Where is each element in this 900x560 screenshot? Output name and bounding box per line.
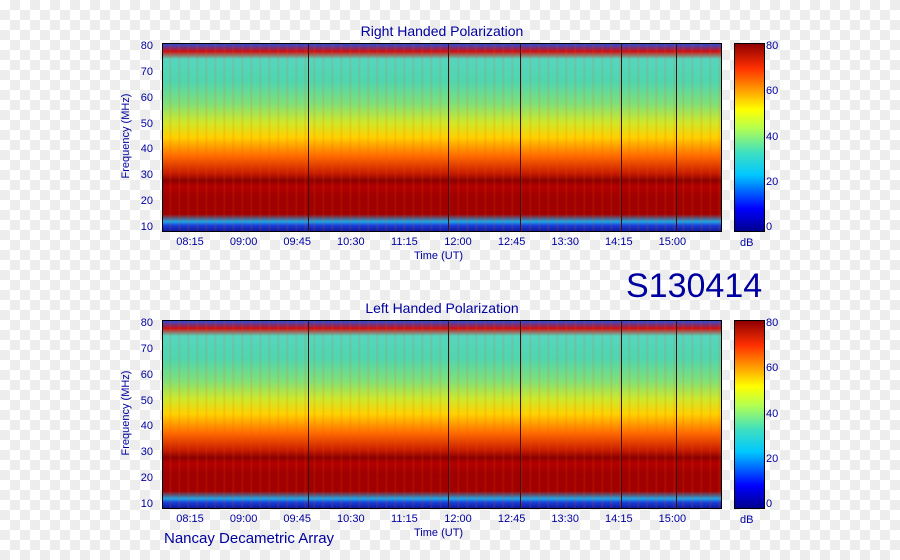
spectrogram-dark-line	[520, 321, 522, 508]
x-tick-label: 08:15	[176, 236, 204, 248]
y-tick-label: 20	[140, 472, 153, 485]
colorbar-tick-label: 60	[766, 85, 779, 98]
y-tick-label: 30	[140, 446, 153, 459]
x-tick-label: 12:45	[497, 513, 526, 525]
y-tick-label: 80	[140, 40, 153, 52]
x-tick-label: 10:30	[337, 513, 365, 525]
x-tick-label: 11:15	[391, 513, 418, 525]
spectrogram-dark-line	[676, 321, 678, 508]
x-tick-label: 09:45	[283, 513, 311, 525]
colorbar-tick-label: 0	[766, 498, 773, 510]
x-tick-label: 15:00	[658, 236, 687, 248]
spectrogram-texture	[163, 44, 721, 231]
spectrogram-dark-line	[308, 44, 310, 231]
x-tick-label: 13:30	[551, 513, 579, 525]
y-tick-label: 40	[140, 143, 153, 156]
y-axis-label: Frequency (MHz)	[120, 370, 132, 456]
chart-title: Left Handed Polarization	[365, 300, 519, 316]
colorbar-tick-label: 60	[766, 362, 779, 375]
x-tick-label: 14:15	[605, 513, 633, 525]
colorbar-right	[734, 43, 765, 232]
colorbar-tick-label: 40	[766, 130, 779, 143]
colorbar-tick-label: 80	[766, 317, 779, 329]
colorbar-tick-label: 20	[766, 452, 779, 465]
x-tick-label: 15:00	[658, 513, 687, 525]
y-tick-label: 20	[140, 195, 153, 208]
y-tick-label: 60	[140, 368, 153, 381]
spectrogram-dark-line	[447, 44, 449, 231]
y-tick-label: 10	[140, 498, 153, 510]
colorbar-left	[734, 320, 765, 509]
spectrogram-left	[162, 320, 722, 509]
x-axis-label: Time (UT)	[414, 250, 464, 262]
x-tick-label: 11:15	[391, 236, 418, 248]
x-tick-label: 09:00	[229, 236, 258, 248]
y-tick-label: 80	[140, 317, 153, 329]
colorbar-tick-label: 20	[766, 175, 779, 188]
x-axis-label: Time (UT)	[414, 527, 464, 539]
colorbar-label: dB	[740, 514, 754, 526]
y-tick-label: 10	[140, 221, 153, 233]
y-tick-label: 30	[140, 169, 153, 182]
y-tick-label: 50	[140, 394, 153, 407]
spectrogram-dark-line	[520, 44, 522, 231]
spectrogram-dark-line	[447, 321, 449, 508]
x-tick-label: 12:00	[444, 513, 472, 525]
spectrogram-dark-line	[620, 321, 622, 508]
colorbar-label: dB	[740, 237, 754, 249]
x-tick-label: 09:45	[283, 236, 311, 248]
x-tick-label: 14:15	[605, 236, 633, 248]
y-tick-label: 40	[140, 420, 153, 433]
colorbar-tick-label: 0	[766, 221, 773, 233]
spectrogram-right	[162, 43, 722, 232]
spectrogram-dark-line	[676, 44, 678, 231]
y-tick-label: 60	[140, 91, 153, 104]
y-axis-label: Frequency (MHz)	[120, 93, 132, 179]
x-tick-label: 10:30	[337, 236, 365, 248]
y-tick-label: 70	[140, 65, 153, 78]
y-tick-label: 70	[140, 342, 153, 355]
spectrogram-dark-line	[308, 321, 310, 508]
x-tick-label: 12:45	[497, 236, 526, 248]
spectrogram-texture	[163, 321, 721, 508]
colorbar-tick-label: 80	[766, 40, 779, 52]
y-tick-label: 50	[140, 117, 153, 130]
instrument-footer: Nancay Decametric Array	[164, 530, 335, 547]
colorbar-tick-label: 40	[766, 407, 779, 420]
spectrogram-dark-line	[620, 44, 622, 231]
x-tick-label: 13:30	[551, 236, 579, 248]
x-tick-label: 12:00	[444, 236, 472, 248]
x-tick-label: 08:15	[176, 513, 204, 525]
chart-title: Right Handed Polarization	[360, 23, 524, 39]
x-tick-label: 09:00	[229, 513, 258, 525]
